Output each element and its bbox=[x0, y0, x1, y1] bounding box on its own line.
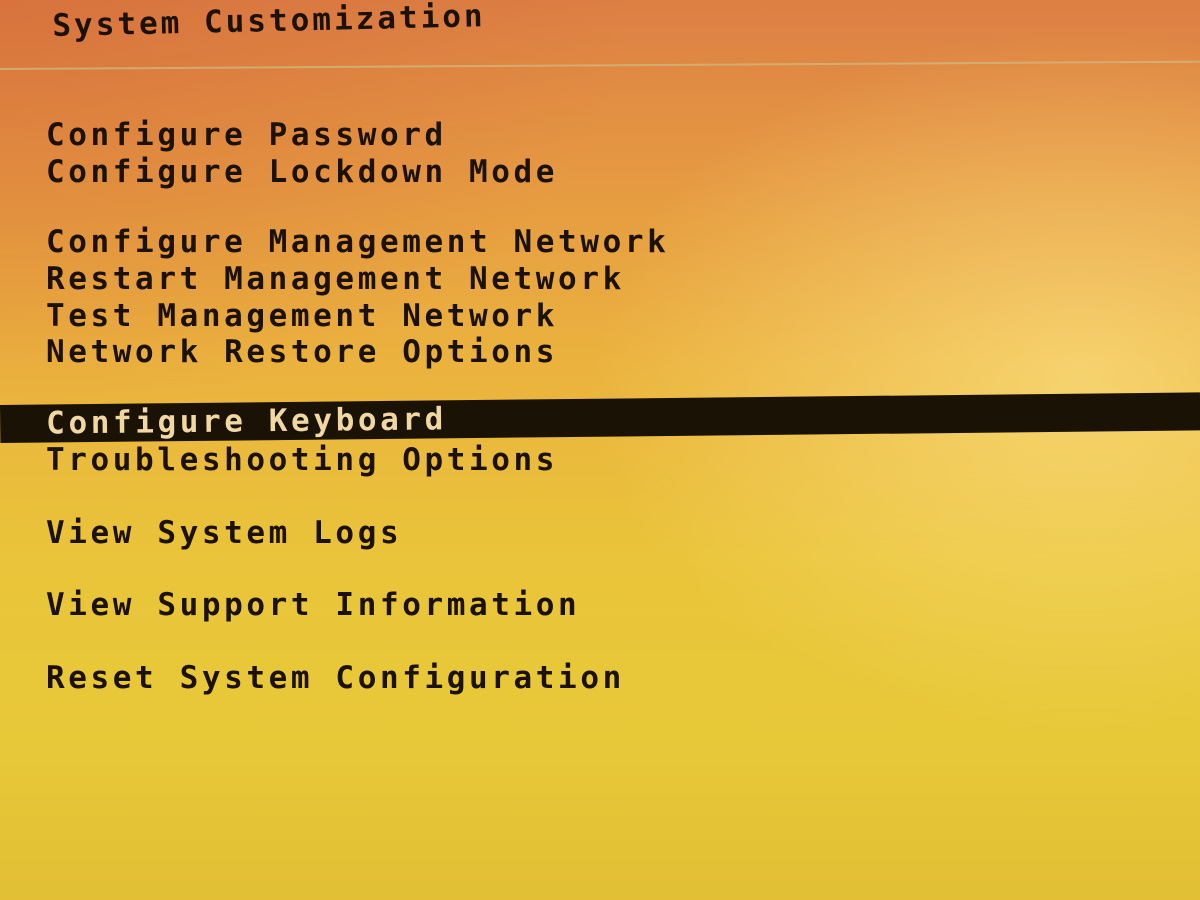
menu-item-view-support-information[interactable]: View Support Information bbox=[46, 588, 580, 622]
menu-item-network-restore-options[interactable]: Network Restore Options bbox=[46, 335, 558, 369]
menu-item-restart-management-network[interactable]: Restart Management Network bbox=[46, 262, 625, 296]
menu-item-configure-management-network[interactable]: Configure Management Network bbox=[46, 225, 669, 259]
menu-item-test-management-network[interactable]: Test Management Network bbox=[46, 299, 558, 333]
dcui-screen: System Customization Configure Password … bbox=[0, 0, 1200, 900]
menu-item-troubleshooting-options[interactable]: Troubleshooting Options bbox=[46, 443, 558, 477]
menu-item-configure-lockdown-mode[interactable]: Configure Lockdown Mode bbox=[46, 155, 558, 189]
menu-item-configure-password[interactable]: Configure Password bbox=[46, 118, 447, 152]
menu-item-view-system-logs[interactable]: View System Logs bbox=[46, 516, 402, 550]
system-customization-menu: Configure Password Configure Lockdown Mo… bbox=[0, 0, 1200, 900]
menu-item-configure-keyboard[interactable]: Configure Keyboard bbox=[0, 392, 1200, 443]
menu-item-reset-system-configuration[interactable]: Reset System Configuration bbox=[46, 661, 625, 695]
